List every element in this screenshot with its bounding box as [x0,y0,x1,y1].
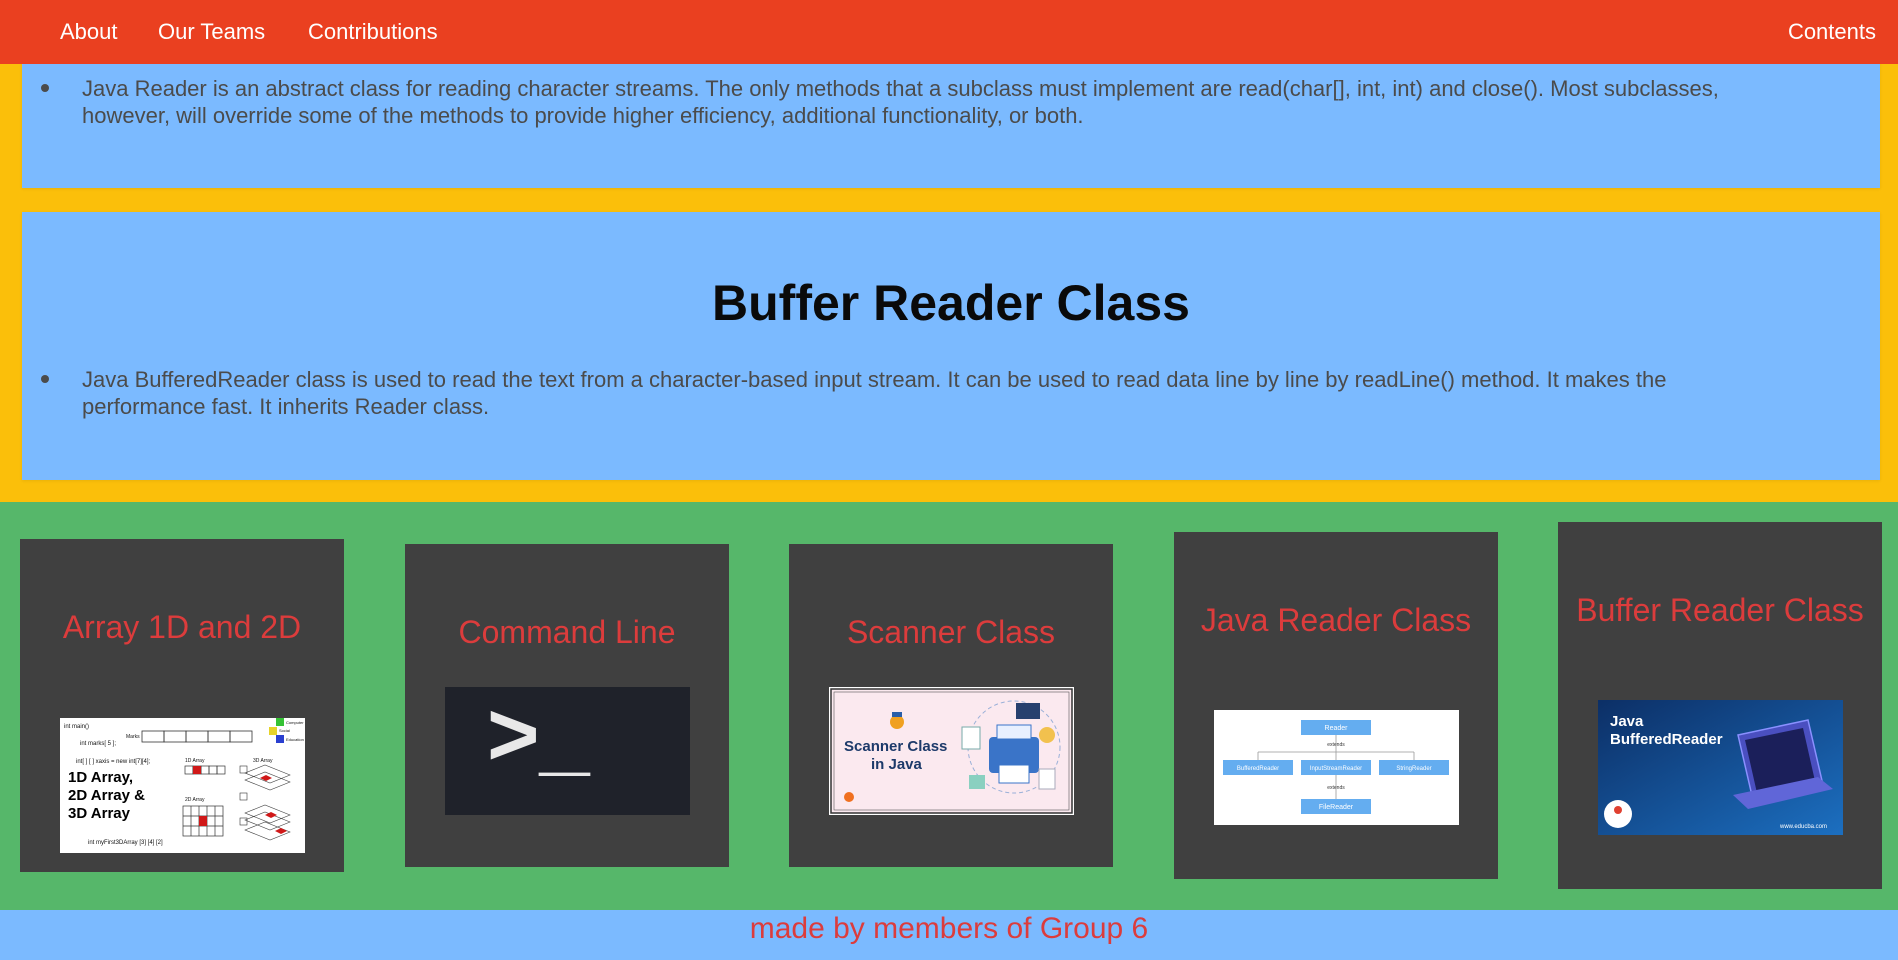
card-buffer-reader[interactable]: Buffer Reader Class Java BufferedReader … [1558,522,1882,889]
legend-computer: Computer [286,720,304,725]
scanner-caption-1: Scanner Class [844,738,947,755]
extends-label-1: extends [1327,742,1345,748]
diagram-child-2: InputStreamReader [1310,766,1362,772]
buffer-image-line2: BufferedReader [1610,731,1723,748]
buffer-reader-description: Java BufferedReader class is used to rea… [82,367,1667,419]
card-command-line[interactable]: Command Line >_ [405,544,729,867]
diagram-child-1: BufferedReader [1237,766,1279,772]
diagram-child-3: StringReader [1396,766,1431,772]
footer: made by members of Group 6 [0,910,1898,960]
nav-link-our-teams[interactable]: Our Teams [158,19,265,45]
code-main: int main() [64,724,89,730]
code-3d: int myFirst3DArray [3] [4] [2] [88,840,163,846]
diagram-grandchild: FileReader [1319,804,1354,811]
bullet-icon [41,84,49,92]
scanner-caption-2: in Java [871,756,923,773]
navbar: About Our Teams Contributions Contents [0,0,1898,64]
headline-1: 1D Array, [68,769,133,786]
card-title: Buffer Reader Class [1576,592,1864,628]
legend-social: Social [279,728,290,733]
scanner-thumbnail[interactable]: Scanner Class in Java [829,687,1074,815]
footer-text: made by members of Group 6 [749,912,1149,945]
java-reader-thumbnail[interactable]: Reader extends BufferedReader InputStrea… [1214,710,1459,825]
label-2d: 2D Array [185,797,205,803]
java-reader-description: Java Reader is an abstract class for rea… [82,76,1719,128]
card-java-reader[interactable]: Java Reader Class Reader extends Buffere… [1174,532,1498,879]
array-thumbnail[interactable]: int main() int marks[ 5 ]; Marks Compute… [60,718,305,853]
section-title: Buffer Reader Class [712,275,1190,331]
nav-link-contributions[interactable]: Contributions [308,19,438,45]
marks-label: Marks [126,734,140,740]
cards-section: Array 1D and 2D int main() int marks[ 5 … [0,502,1898,910]
code-xaxis: int[ ] [ ] xaxis = new int[7][4]; [76,759,151,765]
nav-link-contents[interactable]: Contents [1788,19,1876,45]
diagram-root: Reader [1325,725,1349,732]
prompt-symbol: >_ [487,687,591,785]
extends-label-2: extends [1327,785,1345,791]
nav-link-about[interactable]: About [60,19,118,45]
buffer-reader-thumbnail[interactable]: Java BufferedReader www.educba.com [1598,700,1843,835]
label-1d: 1D Array [185,758,205,764]
label-3d: 3D Array [253,758,273,764]
bullet-icon [41,375,49,383]
headline-2: 2D Array & [68,787,145,804]
command-line-thumbnail[interactable]: >_ [445,687,690,815]
headline-3: 3D Array [68,805,131,822]
legend-education: Education [286,737,304,742]
card-title: Scanner Class [846,614,1056,650]
card-scanner[interactable]: Scanner Class Scanner Class in Java [789,544,1113,867]
buffer-reader-section: Buffer Reader Class Java BufferedReader … [22,212,1880,480]
card-title: Command Line [458,614,676,650]
buffer-image-line1: Java [1610,713,1644,730]
card-title: Array 1D and 2D [62,609,302,645]
buffer-image-watermark: www.educba.com [1779,824,1827,830]
card-array[interactable]: Array 1D and 2D int main() int marks[ 5 … [20,539,344,872]
card-title: Java Reader Class [1200,602,1472,638]
code-marks: int marks[ 5 ]; [80,741,116,747]
